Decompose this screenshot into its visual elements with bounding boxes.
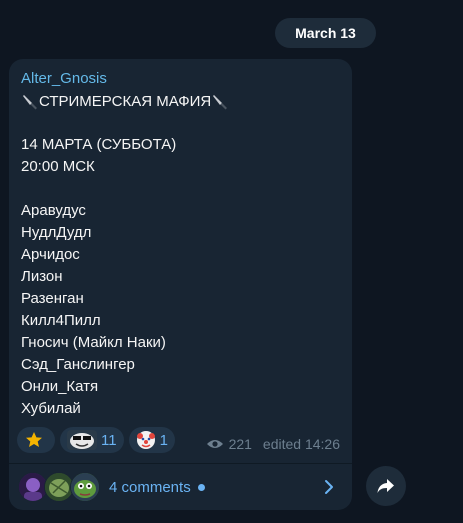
avatar-1-icon xyxy=(19,473,47,501)
commenter-avatars xyxy=(18,472,103,502)
meme-face-emoji-icon xyxy=(67,430,97,450)
avatar xyxy=(70,472,100,502)
avatar-3-icon xyxy=(71,473,99,501)
share-button[interactable] xyxy=(366,466,406,506)
player-name: Аравудус xyxy=(21,202,86,219)
player-name: Килл4Пилл xyxy=(21,312,101,329)
chevron-right-icon xyxy=(325,480,333,494)
reaction-clown[interactable]: 1 xyxy=(128,427,175,453)
player-name: Онли_Катя xyxy=(21,378,99,395)
player-name: Разенган xyxy=(21,290,84,307)
reactions-bar: 11 1 xyxy=(17,427,175,453)
knife-icon xyxy=(213,95,228,110)
player-name: Сэд_Ганслингер xyxy=(21,356,135,373)
player-name: Гносич (Майкл Наки) xyxy=(21,334,166,351)
star-emoji-icon xyxy=(26,432,42,447)
player-name: Лизон xyxy=(21,268,63,285)
event-date: 14 МАРТА (СУББОТА) xyxy=(21,136,177,153)
player-name: Хубилай xyxy=(21,400,81,417)
reaction-meme-face[interactable]: 11 xyxy=(60,427,124,453)
clown-emoji-icon xyxy=(136,431,155,449)
message-meta: 221 edited 14:26 xyxy=(206,436,340,452)
event-time: 20:00 МСК xyxy=(21,158,95,175)
eye-icon xyxy=(206,440,223,448)
comments-button[interactable]: 4 comments xyxy=(9,464,352,510)
share-arrow-icon xyxy=(377,479,394,493)
reaction-star[interactable] xyxy=(17,427,55,453)
author-name[interactable]: Alter_Gnosis xyxy=(21,70,107,87)
message-title-line: СТРИМЕРСКАЯ МАФИЯ xyxy=(21,92,229,110)
player-name: НудлДудл xyxy=(21,224,92,241)
edited-time: edited 14:26 xyxy=(262,436,340,452)
reaction-count: 11 xyxy=(101,431,117,449)
reaction-count: 1 xyxy=(159,431,168,449)
date-separator: March 13 xyxy=(275,18,376,48)
message-title: СТРИМЕРСКАЯ МАФИЯ xyxy=(39,93,212,110)
comments-label: 4 comments xyxy=(109,478,191,496)
message-bubble[interactable]: Alter_Gnosis СТРИМЕРСКАЯ МАФИЯ 14 МАРТА … xyxy=(9,59,352,510)
view-count: 221 xyxy=(228,436,252,452)
unread-dot xyxy=(197,483,205,491)
player-name: Арчидос xyxy=(21,246,80,263)
chat-view: March 13 Alter_Gnosis СТРИМЕРСКАЯ МАФИЯ … xyxy=(0,0,463,523)
knife-icon xyxy=(23,95,37,110)
avatar-2-icon xyxy=(45,473,73,501)
